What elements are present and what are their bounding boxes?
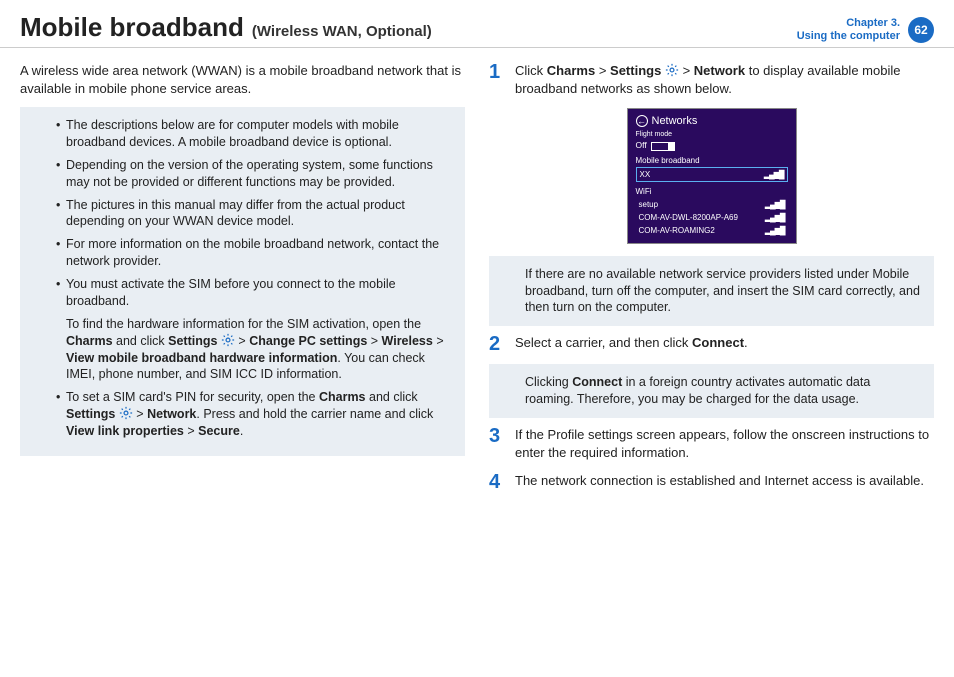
flight-mode-label: Flight mode bbox=[636, 131, 788, 138]
screenshot-title: Networks bbox=[652, 115, 698, 127]
wifi-item: COM-AV-ROAMING2▂▄▆█ bbox=[636, 224, 788, 237]
chapter-line1: Chapter 3. bbox=[797, 17, 900, 30]
note-item: For more information on the mobile broad… bbox=[56, 236, 453, 270]
right-column: 1 Click Charms > Settings > Network to d… bbox=[489, 62, 934, 502]
signal-icon: ▂▄▆█ bbox=[765, 226, 785, 235]
page-title: Mobile broadband bbox=[20, 12, 244, 43]
note-item: You must activate the SIM before you con… bbox=[56, 276, 453, 310]
screenshot-header: ← Networks bbox=[636, 115, 788, 127]
content: A wireless wide area network (WWAN) is a… bbox=[0, 48, 954, 516]
step-number: 2 bbox=[489, 334, 505, 354]
left-column: A wireless wide area network (WWAN) is a… bbox=[20, 62, 465, 502]
step-text: The network connection is established an… bbox=[515, 472, 934, 492]
step-text: Select a carrier, and then click Connect… bbox=[515, 334, 934, 354]
mobile-broadband-label: Mobile broadband bbox=[636, 156, 788, 165]
gear-icon bbox=[665, 63, 679, 77]
step-1: 1 Click Charms > Settings > Network to d… bbox=[489, 62, 934, 98]
step-4: 4 The network connection is established … bbox=[489, 472, 934, 492]
step-3: 3 If the Profile settings screen appears… bbox=[489, 426, 934, 462]
wifi-item: COM-AV-DWL-8200AP-A69▂▄▆█ bbox=[636, 211, 788, 224]
signal-icon: ▂▄▆█ bbox=[765, 213, 785, 222]
signal-icon: ▂▄▆█ bbox=[765, 200, 785, 209]
note-item: The pictures in this manual may differ f… bbox=[56, 197, 453, 231]
note-sub: To find the hardware information for the… bbox=[56, 316, 453, 384]
step-number: 1 bbox=[489, 62, 505, 98]
note-item: Depending on the version of the operatin… bbox=[56, 157, 453, 191]
note-item: To set a SIM card's PIN for security, op… bbox=[56, 389, 453, 440]
gear-icon bbox=[221, 333, 235, 347]
carrier-item-selected: XX▂▄▆█ bbox=[636, 167, 788, 182]
info-box-left: The descriptions below are for computer … bbox=[20, 107, 465, 456]
wifi-item: setup▂▄▆█ bbox=[636, 198, 788, 211]
toggle-icon bbox=[651, 142, 675, 151]
flight-mode-row: Off bbox=[636, 140, 788, 150]
page-header: Mobile broadband (Wireless WAN, Optional… bbox=[0, 0, 954, 48]
back-icon: ← bbox=[636, 115, 648, 127]
note-item: The descriptions below are for computer … bbox=[56, 117, 453, 151]
note-text: If there are no available network servic… bbox=[525, 267, 920, 315]
step-number: 4 bbox=[489, 472, 505, 492]
note-text: Clicking Connect in a foreign country ac… bbox=[525, 375, 870, 406]
info-box-right-1: If there are no available network servic… bbox=[489, 256, 934, 327]
step-text: If the Profile settings screen appears, … bbox=[515, 426, 934, 462]
signal-icon: ▂▄▆█ bbox=[764, 170, 784, 179]
networks-screenshot: ← Networks Flight mode Off Mobile broadb… bbox=[627, 108, 797, 243]
header-right: Chapter 3. Using the computer 62 bbox=[797, 17, 934, 43]
info-box-right-2: Clicking Connect in a foreign country ac… bbox=[489, 364, 934, 418]
step-text: Click Charms > Settings > Network to dis… bbox=[515, 62, 934, 98]
chapter-label: Chapter 3. Using the computer bbox=[797, 17, 900, 43]
intro-text: A wireless wide area network (WWAN) is a… bbox=[20, 62, 465, 97]
page-number-badge: 62 bbox=[908, 17, 934, 43]
step-number: 3 bbox=[489, 426, 505, 462]
step-2: 2 Select a carrier, and then click Conne… bbox=[489, 334, 934, 354]
page-subtitle: (Wireless WAN, Optional) bbox=[252, 23, 432, 40]
page-title-wrap: Mobile broadband (Wireless WAN, Optional… bbox=[20, 12, 432, 43]
gear-icon bbox=[119, 406, 133, 420]
wifi-label: WiFi bbox=[636, 187, 788, 196]
chapter-line2: Using the computer bbox=[797, 30, 900, 43]
